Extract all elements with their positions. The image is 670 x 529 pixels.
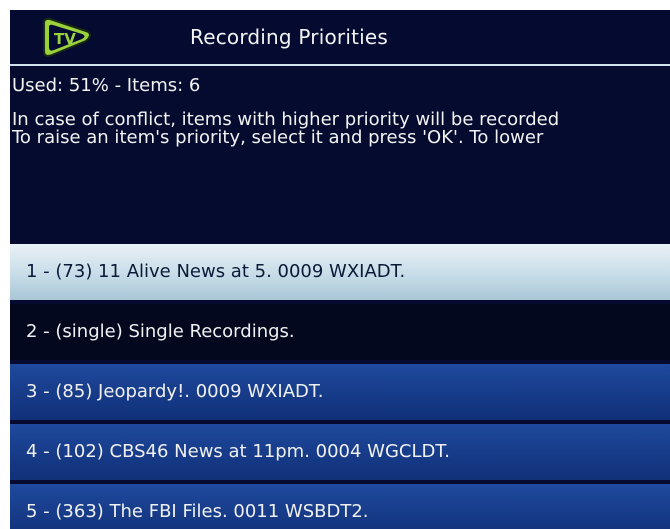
list-item[interactable]: 5 - (363) The FBI Files. 0011 WSBDT2. (10, 484, 670, 529)
list-item[interactable]: 1 - (73) 11 Alive News at 5. 0009 WXIADT… (10, 244, 670, 300)
page-title: Recording Priorities (190, 25, 389, 49)
svg-text:TV: TV (54, 30, 76, 48)
header-divider (10, 64, 670, 66)
list-item[interactable]: 4 - (102) CBS46 News at 11pm. 0004 WGCLD… (10, 424, 670, 480)
list-item[interactable]: 2 - (single) Single Recordings. (10, 304, 670, 360)
priority-instructions: To raise an item's priority, select it a… (12, 127, 544, 148)
tv-logo-icon: TV (40, 15, 98, 59)
usage-summary: Used: 51% - Items: 6 (12, 75, 201, 96)
recording-priorities-screen: TV Recording Priorities Used: 51% - Item… (10, 10, 670, 529)
list-item[interactable]: 3 - (85) Jeopardy!. 0009 WXIADT. (10, 364, 670, 420)
header-bar: TV Recording Priorities (10, 10, 670, 64)
